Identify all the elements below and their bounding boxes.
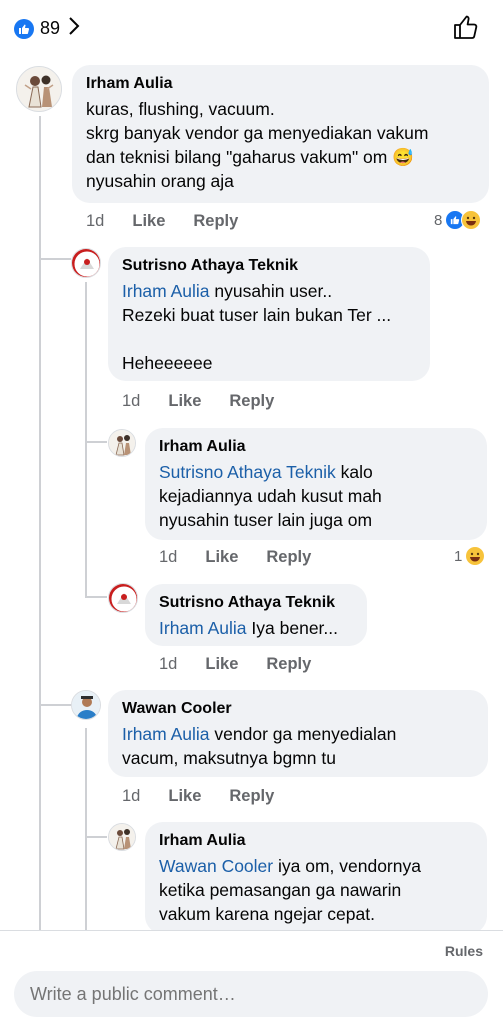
comment-reactions[interactable]: 1 xyxy=(454,546,486,566)
comment-reactions[interactable]: 8 xyxy=(434,210,482,230)
avatar[interactable] xyxy=(108,583,138,613)
comment-line: vakum karena ngejar cepat. xyxy=(159,904,375,924)
comment-text: kuras, flushing, vacuum. skrg banyak ven… xyxy=(86,97,475,193)
comment-line: Irham Aulia Iya bener... xyxy=(159,616,353,640)
like-button[interactable]: Like xyxy=(205,655,238,674)
mention-link[interactable]: Irham Aulia xyxy=(122,281,210,301)
comment-text: Irham Aulia Iya bener... xyxy=(159,616,353,640)
thread-line xyxy=(85,282,87,598)
comment-line-text: nyusahin user.. xyxy=(209,281,333,301)
haha-icon xyxy=(465,546,486,566)
comment-line: nyusahin orang aja xyxy=(86,171,234,191)
comment-author[interactable]: Wawan Cooler xyxy=(122,699,474,719)
comment-line-text: kalo xyxy=(335,462,373,482)
comment-line-text: Iya bener... xyxy=(246,618,338,638)
comment-text: Irham Aulia vendor ga menyedialan vacum,… xyxy=(122,722,474,770)
comment-actions: 1d Like Reply xyxy=(159,655,339,674)
thread-line xyxy=(85,836,107,838)
comment-text: Irham Aulia nyusahin user.. Rezeki buat … xyxy=(122,279,416,375)
avatar[interactable] xyxy=(108,429,136,457)
comment-bubble[interactable]: Wawan Cooler Irham Aulia vendor ga menye… xyxy=(108,690,488,777)
like-button[interactable]: Like xyxy=(168,392,201,411)
thread-line xyxy=(85,596,107,598)
comment-line: nyusahin tuser lain juga om xyxy=(159,510,373,530)
reaction-count: 8 xyxy=(434,211,443,229)
thread-line xyxy=(85,728,87,930)
grinning-sweat-emoji: 😅 xyxy=(392,147,415,167)
comment-bubble[interactable]: Irham Aulia kuras, flushing, vacuum. skr… xyxy=(72,65,489,203)
comment-bubble[interactable]: Irham Aulia Wawan Cooler iya om, vendorn… xyxy=(145,822,487,930)
comment-line: Wawan Cooler iya om, vendornya xyxy=(159,854,473,878)
comment-line: Sutrisno Athaya Teknik kalo xyxy=(159,460,473,484)
mention-link[interactable]: Wawan Cooler xyxy=(159,856,273,876)
reaction-count: 89 xyxy=(40,18,61,38)
comment-line: dan teknisi bilang "gaharus vakum" om 😅 xyxy=(86,145,475,169)
reply-button[interactable]: Reply xyxy=(266,655,311,674)
avatar[interactable] xyxy=(16,66,62,112)
comment-composer: Rules xyxy=(0,930,503,1024)
like-button[interactable]: Like xyxy=(168,787,201,806)
comment-author[interactable]: Irham Aulia xyxy=(159,437,473,457)
comment-time[interactable]: 1d xyxy=(122,787,140,806)
mention-link[interactable]: Irham Aulia xyxy=(159,618,247,638)
reply-button[interactable]: Reply xyxy=(193,212,238,231)
comment-line: Irham Aulia nyusahin user.. xyxy=(122,279,416,303)
reply-button[interactable]: Reply xyxy=(229,392,274,411)
reaction-count: 1 xyxy=(454,547,463,565)
thread-line xyxy=(39,704,71,706)
mention-link[interactable]: Irham Aulia xyxy=(122,724,210,744)
thread-line xyxy=(39,258,71,260)
like-button[interactable]: Like xyxy=(205,548,238,567)
like-icon xyxy=(14,18,34,39)
comment-author[interactable]: Sutrisno Athaya Teknik xyxy=(122,256,416,276)
comment-time[interactable]: 1d xyxy=(86,212,104,231)
comment-line: kejadiannya udah kusut mah xyxy=(159,486,382,506)
comment-actions: 1d Like Reply xyxy=(86,212,266,231)
thread-line xyxy=(39,116,41,930)
thumbs-up-outline-icon[interactable] xyxy=(453,14,479,45)
comment-text: Sutrisno Athaya Teknik kalo kejadiannya … xyxy=(159,460,473,532)
comment-bubble[interactable]: Irham Aulia Sutrisno Athaya Teknik kalo … xyxy=(145,428,487,540)
avatar[interactable] xyxy=(71,248,101,278)
like-button[interactable]: Like xyxy=(132,212,165,231)
comment-line: Rezeki buat tuser lain bukan Ter ... xyxy=(122,305,392,325)
mention-link[interactable]: Sutrisno Athaya Teknik xyxy=(159,462,336,482)
chevron-right-icon xyxy=(68,16,80,41)
comment-line: ketika pemasangan ga nawarin xyxy=(159,880,402,900)
rules-link[interactable]: Rules xyxy=(445,943,483,959)
reply-button[interactable]: Reply xyxy=(266,548,311,567)
comment-line-text: iya om, vendornya xyxy=(273,856,421,876)
comment-text: Wawan Cooler iya om, vendornya ketika pe… xyxy=(159,854,473,926)
comment-actions: 1d Like Reply xyxy=(122,392,302,411)
comment-line: vacum, maksutnya bgmn tu xyxy=(122,748,336,768)
reactions-header: 89 xyxy=(0,0,503,58)
public-comment-input[interactable] xyxy=(14,971,488,1017)
comment-actions: 1d Like Reply xyxy=(122,787,302,806)
comment-line-text: dan teknisi bilang "gaharus vakum" om xyxy=(86,147,388,167)
comment-author[interactable]: Irham Aulia xyxy=(159,831,473,851)
comment-time[interactable]: 1d xyxy=(159,655,177,674)
avatar[interactable] xyxy=(71,690,101,720)
comment-bubble[interactable]: Sutrisno Athaya Teknik Irham Aulia Iya b… xyxy=(145,584,367,646)
reaction-summary[interactable]: 89 xyxy=(14,16,80,41)
comment-author[interactable]: Irham Aulia xyxy=(86,74,475,94)
comment-line: Irham Aulia vendor ga menyedialan xyxy=(122,722,474,746)
reply-button[interactable]: Reply xyxy=(229,787,274,806)
comment-time[interactable]: 1d xyxy=(122,392,140,411)
comment-author[interactable]: Sutrisno Athaya Teknik xyxy=(159,593,353,613)
comment-time[interactable]: 1d xyxy=(159,548,177,567)
avatar[interactable] xyxy=(108,823,136,851)
thread-line xyxy=(85,441,107,443)
comment-line: skrg banyak vendor ga menyediakan vakum xyxy=(86,123,429,143)
comment-line-text: vendor ga menyedialan xyxy=(209,724,397,744)
comment-thread[interactable]: Irham Aulia kuras, flushing, vacuum. skr… xyxy=(0,58,503,930)
comment-actions: 1d Like Reply xyxy=(159,548,339,567)
comment-line: kuras, flushing, vacuum. xyxy=(86,99,275,119)
comment-bubble[interactable]: Sutrisno Athaya Teknik Irham Aulia nyusa… xyxy=(108,247,430,381)
comment-line: Heheeeeee xyxy=(122,353,213,373)
haha-icon xyxy=(461,210,482,230)
